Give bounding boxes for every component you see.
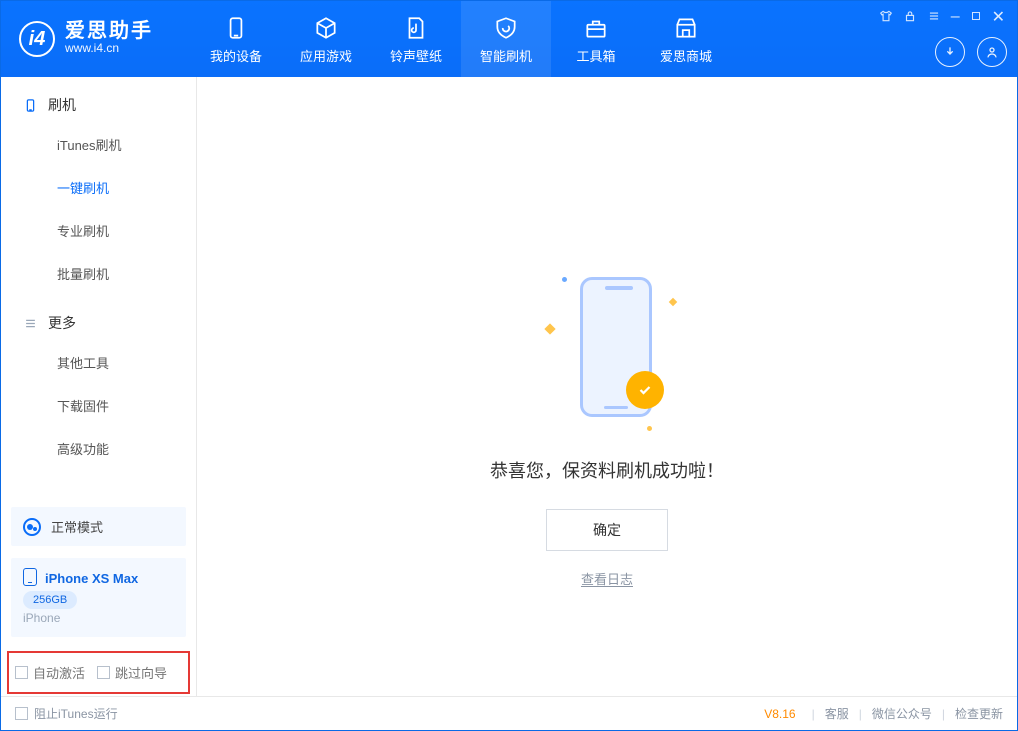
- checkbox-icon: [97, 666, 110, 679]
- footer-link-wechat[interactable]: 微信公众号: [872, 705, 932, 722]
- brand-name: 爱思助手: [65, 21, 153, 41]
- nav-label: 爱思商城: [660, 46, 712, 65]
- checkbox-block-itunes[interactable]: 阻止iTunes运行: [15, 705, 118, 722]
- list-icon: [23, 316, 38, 331]
- checkbox-auto-activate[interactable]: 自动激活: [15, 663, 85, 682]
- sidebar-section-flash: 刷机: [1, 77, 196, 123]
- shield-refresh-icon: [492, 14, 520, 42]
- nav-label: 应用游戏: [300, 46, 352, 65]
- title-actions: – ✕: [935, 1, 1017, 77]
- cube-icon: [312, 14, 340, 42]
- maximize-icon[interactable]: [970, 10, 982, 25]
- sidebar-item-pro-flash[interactable]: 专业刷机: [1, 209, 196, 252]
- download-icon[interactable]: [935, 37, 965, 67]
- device-type: iPhone: [23, 609, 174, 627]
- sidebar-item-other-tools[interactable]: 其他工具: [1, 341, 196, 384]
- nav-apps-games[interactable]: 应用游戏: [281, 1, 371, 77]
- checkbox-label: 自动激活: [33, 663, 85, 682]
- version-label: V8.16: [764, 707, 795, 721]
- success-panel: 恭喜您，保资料刷机成功啦！ 确定 查看日志: [197, 267, 1017, 588]
- logo-icon: i4: [19, 21, 55, 57]
- nav-label: 我的设备: [210, 46, 262, 65]
- view-log-link[interactable]: 查看日志: [581, 569, 633, 588]
- checkbox-icon: [15, 707, 28, 720]
- user-icon[interactable]: [977, 37, 1007, 67]
- device-info-box[interactable]: iPhone XS Max 256GB iPhone: [11, 558, 186, 637]
- success-illustration: [532, 267, 682, 437]
- nav-label: 铃声壁纸: [390, 46, 442, 65]
- nav-label: 工具箱: [576, 46, 615, 65]
- device-name: iPhone XS Max: [45, 571, 138, 586]
- check-badge-icon: [626, 371, 664, 409]
- nav-my-device[interactable]: 我的设备: [191, 1, 281, 77]
- nav-label: 智能刷机: [480, 46, 532, 65]
- checkbox-skip-guide[interactable]: 跳过向导: [97, 663, 167, 682]
- nav-store[interactable]: 爱思商城: [641, 1, 731, 77]
- phone-icon: [222, 14, 250, 42]
- ok-button[interactable]: 确定: [546, 509, 668, 551]
- device-phone-icon: [23, 568, 37, 586]
- sidebar-item-advanced[interactable]: 高级功能: [1, 427, 196, 470]
- separator: |: [812, 707, 815, 721]
- flash-options-row: 自动激活 跳过向导: [7, 651, 190, 694]
- close-icon[interactable]: ✕: [992, 7, 1005, 27]
- separator: |: [942, 707, 945, 721]
- mode-label: 正常模式: [51, 517, 103, 536]
- mode-icon: [23, 518, 41, 536]
- app-logo[interactable]: i4 爱思助手 www.i4.cn: [1, 1, 191, 77]
- device-storage-badge: 256GB: [23, 591, 77, 610]
- sidebar-section-label: 刷机: [48, 95, 76, 115]
- music-file-icon: [402, 14, 430, 42]
- sidebar-item-batch-flash[interactable]: 批量刷机: [1, 252, 196, 295]
- sidebar-item-itunes-flash[interactable]: iTunes刷机: [1, 123, 196, 166]
- store-icon: [672, 14, 700, 42]
- menu-icon[interactable]: [927, 9, 941, 26]
- device-mode-box[interactable]: 正常模式: [11, 507, 186, 546]
- sidebar-item-oneclick-flash[interactable]: 一键刷机: [1, 166, 196, 209]
- titlebar: i4 爱思助手 www.i4.cn 我的设备 应用游戏 铃声壁纸 智能刷机 工具…: [1, 1, 1017, 77]
- main-panel: 恭喜您，保资料刷机成功啦！ 确定 查看日志: [197, 77, 1017, 696]
- sidebar: 刷机 iTunes刷机 一键刷机 专业刷机 批量刷机 更多 其他工具 下载固件 …: [1, 77, 197, 696]
- top-nav: 我的设备 应用游戏 铃声壁纸 智能刷机 工具箱 爱思商城: [191, 1, 731, 77]
- success-message: 恭喜您，保资料刷机成功啦！: [490, 457, 724, 483]
- nav-ring-wallpaper[interactable]: 铃声壁纸: [371, 1, 461, 77]
- shirt-icon[interactable]: [879, 9, 893, 26]
- nav-toolbox[interactable]: 工具箱: [551, 1, 641, 77]
- lock-icon[interactable]: [903, 9, 917, 26]
- sidebar-section-more: 更多: [1, 295, 196, 341]
- brand-domain: www.i4.cn: [65, 41, 153, 57]
- sidebar-item-download-fw[interactable]: 下载固件: [1, 384, 196, 427]
- nav-smart-flash[interactable]: 智能刷机: [461, 1, 551, 77]
- sidebar-section-label: 更多: [48, 313, 76, 333]
- footer: 阻止iTunes运行 V8.16 | 客服 | 微信公众号 | 检查更新: [1, 696, 1017, 730]
- phone-small-icon: [23, 98, 38, 113]
- checkbox-label: 阻止iTunes运行: [34, 705, 118, 722]
- minimize-icon[interactable]: –: [951, 8, 960, 26]
- footer-link-update[interactable]: 检查更新: [955, 705, 1003, 722]
- checkbox-label: 跳过向导: [115, 663, 167, 682]
- checkbox-icon: [15, 666, 28, 679]
- footer-link-support[interactable]: 客服: [825, 705, 849, 722]
- toolbox-icon: [582, 14, 610, 42]
- separator: |: [859, 707, 862, 721]
